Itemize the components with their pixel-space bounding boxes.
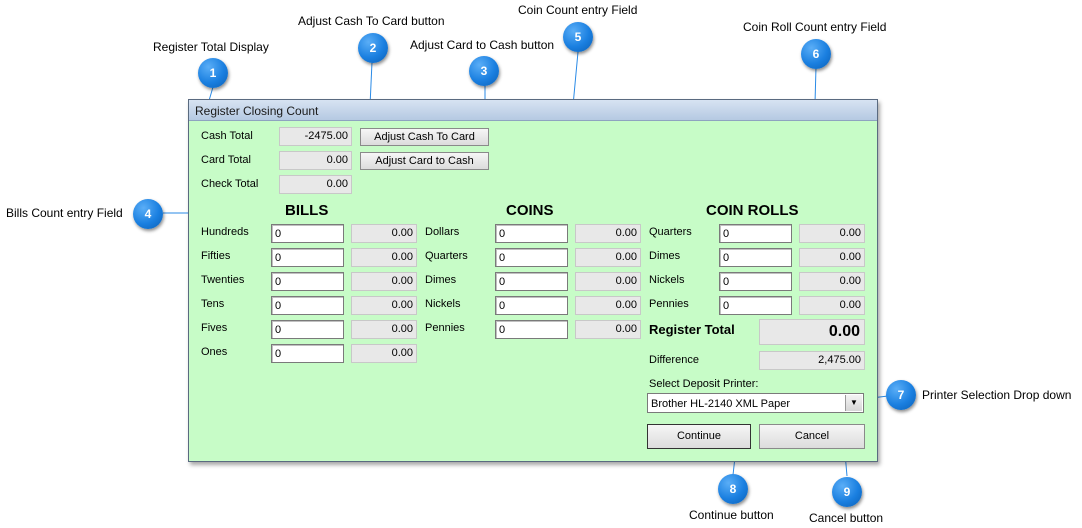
coins-label: Nickels xyxy=(425,298,461,310)
annotation-coin-count-entry: Coin Count entry Field xyxy=(518,3,638,17)
annotation-coin-roll-count-entry: Coin Roll Count entry Field xyxy=(743,20,887,34)
callout-badge-9: 9 xyxy=(832,477,862,507)
rolls-dimes-total: 0.00 xyxy=(799,248,865,267)
bills-ones-total: 0.00 xyxy=(351,344,417,363)
dropdown-arrow-icon[interactable]: ▼ xyxy=(845,395,862,411)
card-total-label: Card Total xyxy=(201,154,251,166)
coins-label: Pennies xyxy=(425,322,465,334)
window-titlebar[interactable]: Register Closing Count xyxy=(189,100,877,121)
register-total-display: 0.00 xyxy=(759,319,865,345)
rolls-nickels-input[interactable] xyxy=(719,272,792,291)
bills-label: Fives xyxy=(201,322,228,334)
bills-tens-total: 0.00 xyxy=(351,296,417,315)
annotation-continue-button: Continue button xyxy=(689,508,774,522)
bills-label: Fifties xyxy=(201,250,231,262)
coin-rolls-heading: COIN ROLLS xyxy=(706,202,799,219)
window-title: Register Closing Count xyxy=(195,104,319,118)
rolls-label: Dimes xyxy=(649,250,681,262)
callout-badge-6: 6 xyxy=(801,39,831,69)
rolls-nickels-total: 0.00 xyxy=(799,272,865,291)
register-closing-window: Register Closing Count Cash Total -2475.… xyxy=(188,99,878,462)
annotation-bills-count-entry: Bills Count entry Field xyxy=(6,206,123,220)
coins-heading: COINS xyxy=(506,202,554,219)
annotation-cancel-button: Cancel button xyxy=(809,511,884,525)
callout-badge-7: 7 xyxy=(886,380,916,410)
rolls-pennies-total: 0.00 xyxy=(799,296,865,315)
annotation-register-total-display: Register Total Display xyxy=(153,40,269,54)
callout-badge-2: 2 xyxy=(358,33,388,63)
coins-nickels-total: 0.00 xyxy=(575,296,641,315)
coins-pennies-total: 0.00 xyxy=(575,320,641,339)
adjust-cash-to-card-button[interactable]: Adjust Cash To Card xyxy=(360,128,489,146)
printer-select-label: Select Deposit Printer: xyxy=(649,378,759,390)
bills-ones-input[interactable] xyxy=(271,344,344,363)
continue-button[interactable]: Continue xyxy=(647,424,751,449)
coins-quarters-input[interactable] xyxy=(495,248,568,267)
coins-nickels-input[interactable] xyxy=(495,296,568,315)
rolls-label: Nickels xyxy=(649,274,685,286)
bills-twenties-total: 0.00 xyxy=(351,272,417,291)
bills-heading: BILLS xyxy=(285,202,329,219)
rolls-dimes-input[interactable] xyxy=(719,248,792,267)
callout-badge-4: 4 xyxy=(133,199,163,229)
printer-selected-value: Brother HL-2140 XML Paper xyxy=(651,398,790,410)
coins-dollars-input[interactable] xyxy=(495,224,568,243)
callout-badge-5: 5 xyxy=(563,22,593,52)
register-total-label: Register Total xyxy=(649,322,735,337)
check-total-display: 0.00 xyxy=(279,175,352,194)
coins-pennies-input[interactable] xyxy=(495,320,568,339)
rolls-label: Pennies xyxy=(649,298,689,310)
bills-tens-input[interactable] xyxy=(271,296,344,315)
card-total-display: 0.00 xyxy=(279,151,352,170)
difference-label: Difference xyxy=(649,354,699,366)
coins-label: Dollars xyxy=(425,226,460,238)
cash-total-display: -2475.00 xyxy=(279,127,352,146)
coins-dimes-total: 0.00 xyxy=(575,272,641,291)
coins-dollars-total: 0.00 xyxy=(575,224,641,243)
callout-badge-8: 8 xyxy=(718,474,748,504)
rolls-quarters-total: 0.00 xyxy=(799,224,865,243)
bills-label: Hundreds xyxy=(201,226,249,238)
rolls-pennies-input[interactable] xyxy=(719,296,792,315)
coins-label: Quarters xyxy=(425,250,468,262)
printer-select[interactable]: Brother HL-2140 XML Paper ▼ xyxy=(647,393,864,413)
bills-hundreds-total: 0.00 xyxy=(351,224,417,243)
annotation-adjust-cash-to-card: Adjust Cash To Card button xyxy=(298,14,445,28)
adjust-card-to-cash-button[interactable]: Adjust Card to Cash xyxy=(360,152,489,170)
bills-label: Ones xyxy=(201,346,228,358)
callout-badge-3: 3 xyxy=(469,56,499,86)
check-total-label: Check Total xyxy=(201,178,259,190)
annotation-printer-selection: Printer Selection Drop down xyxy=(922,388,1072,402)
bills-twenties-input[interactable] xyxy=(271,272,344,291)
coins-dimes-input[interactable] xyxy=(495,272,568,291)
bills-fifties-total: 0.00 xyxy=(351,248,417,267)
bills-fifties-input[interactable] xyxy=(271,248,344,267)
bills-label: Twenties xyxy=(201,274,245,286)
rolls-quarters-input[interactable] xyxy=(719,224,792,243)
cash-total-label: Cash Total xyxy=(201,130,253,142)
bills-fives-total: 0.00 xyxy=(351,320,417,339)
bills-fives-input[interactable] xyxy=(271,320,344,339)
coins-quarters-total: 0.00 xyxy=(575,248,641,267)
bills-label: Tens xyxy=(201,298,225,310)
annotation-adjust-card-to-cash: Adjust Card to Cash button xyxy=(410,38,555,52)
callout-badge-1: 1 xyxy=(198,58,228,88)
bills-hundreds-input[interactable] xyxy=(271,224,344,243)
rolls-label: Quarters xyxy=(649,226,692,238)
coins-label: Dimes xyxy=(425,274,457,286)
cancel-button[interactable]: Cancel xyxy=(759,424,865,449)
difference-display: 2,475.00 xyxy=(759,351,865,370)
